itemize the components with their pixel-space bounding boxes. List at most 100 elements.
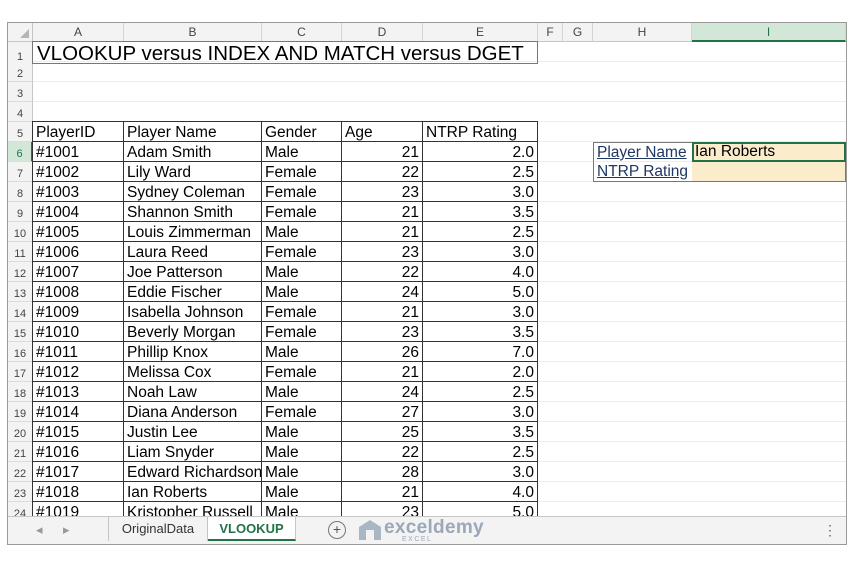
row-header-10[interactable]: 10 xyxy=(8,222,33,242)
row-header-23[interactable]: 23 xyxy=(8,482,33,502)
table-cell[interactable]: 3.0 xyxy=(422,241,538,262)
table-cell[interactable]: 22 xyxy=(341,441,423,462)
table-cell[interactable]: #1014 xyxy=(32,401,124,422)
row-header-21[interactable]: 21 xyxy=(8,442,33,462)
row-header-6[interactable]: 6 xyxy=(8,142,33,162)
table-cell[interactable]: Louis Zimmerman xyxy=(123,221,262,242)
row-header-5[interactable]: 5 xyxy=(8,122,33,142)
table-cell[interactable]: 2.5 xyxy=(422,381,538,402)
row-header-1[interactable]: 1 xyxy=(8,42,33,64)
tab-original-data[interactable]: OriginalData xyxy=(108,517,208,541)
table-cell[interactable]: Female xyxy=(261,401,342,422)
table-cell[interactable]: 2.5 xyxy=(422,441,538,462)
table-cell[interactable]: Ian Roberts xyxy=(123,481,262,502)
table-cell[interactable]: Eddie Fischer xyxy=(123,281,262,302)
table-cell[interactable]: Female xyxy=(261,181,342,202)
player-name-input[interactable]: Ian Roberts xyxy=(692,142,846,162)
table-cell[interactable]: 24 xyxy=(341,281,423,302)
column-header-c[interactable]: C xyxy=(262,23,342,42)
table-cell[interactable]: Phillip Knox xyxy=(123,341,262,362)
table-cell[interactable]: 21 xyxy=(341,141,423,162)
row-header-4[interactable]: 4 xyxy=(8,102,33,122)
table-cell[interactable]: Female xyxy=(261,301,342,322)
table-cell[interactable]: Male xyxy=(261,481,342,502)
row-header-11[interactable]: 11 xyxy=(8,242,33,262)
table-cell[interactable]: #1003 xyxy=(32,181,124,202)
table-cell[interactable]: 23 xyxy=(341,181,423,202)
table-cell[interactable]: Melissa Cox xyxy=(123,361,262,382)
row-header-15[interactable]: 15 xyxy=(8,322,33,342)
table-cell[interactable]: 21 xyxy=(341,221,423,242)
column-header-f[interactable]: F xyxy=(538,23,563,42)
table-cell[interactable]: #1011 xyxy=(32,341,124,362)
row-header-13[interactable]: 13 xyxy=(8,282,33,302)
table-cell[interactable]: 2.0 xyxy=(422,361,538,382)
table-cell[interactable]: Male xyxy=(261,421,342,442)
table-cell[interactable]: 21 xyxy=(341,201,423,222)
row-header-19[interactable]: 19 xyxy=(8,402,33,422)
row-header-2[interactable]: 2 xyxy=(8,62,33,82)
table-cell[interactable]: 23 xyxy=(341,321,423,342)
select-all-corner[interactable] xyxy=(8,23,33,42)
table-cell[interactable]: Female xyxy=(261,161,342,182)
table-cell[interactable]: Noah Law xyxy=(123,381,262,402)
column-header-e[interactable]: E xyxy=(423,23,538,42)
table-cell[interactable]: 2.0 xyxy=(422,141,538,162)
table-cell[interactable]: Lily Ward xyxy=(123,161,262,182)
table-cell[interactable]: #1016 xyxy=(32,441,124,462)
row-header-16[interactable]: 16 xyxy=(8,342,33,362)
table-cell[interactable]: Male xyxy=(261,221,342,242)
ntrp-rating-output[interactable] xyxy=(692,162,846,182)
table-cell[interactable]: #1004 xyxy=(32,201,124,222)
table-cell[interactable]: #1018 xyxy=(32,481,124,502)
table-cell[interactable]: Shannon Smith xyxy=(123,201,262,222)
column-header-i[interactable]: I xyxy=(692,23,846,42)
column-header-g[interactable]: G xyxy=(563,23,593,42)
table-cell[interactable]: Female xyxy=(261,201,342,222)
table-cell[interactable]: Male xyxy=(261,281,342,302)
table-cell[interactable]: Justin Lee xyxy=(123,421,262,442)
column-header-b[interactable]: B xyxy=(124,23,262,42)
table-cell[interactable]: 22 xyxy=(341,161,423,182)
table-cell[interactable]: Liam Snyder xyxy=(123,441,262,462)
column-header-h[interactable]: H xyxy=(593,23,692,42)
table-cell[interactable]: 23 xyxy=(341,241,423,262)
row-header-7[interactable]: 7 xyxy=(8,162,33,182)
table-cell[interactable]: 25 xyxy=(341,421,423,442)
tab-vlookup[interactable]: VLOOKUP xyxy=(208,517,296,541)
table-cell[interactable]: 28 xyxy=(341,461,423,482)
table-cell[interactable]: Female xyxy=(261,361,342,382)
table-cell[interactable]: #1010 xyxy=(32,321,124,342)
row-header-22[interactable]: 22 xyxy=(8,462,33,482)
column-header-a[interactable]: A xyxy=(33,23,124,42)
table-cell[interactable]: #1009 xyxy=(32,301,124,322)
table-cell[interactable]: #1001 xyxy=(32,141,124,162)
next-sheet-icon[interactable]: ▸ xyxy=(63,522,70,538)
table-header-cell[interactable]: PlayerID xyxy=(32,121,124,142)
row-header-12[interactable]: 12 xyxy=(8,262,33,282)
row-header-17[interactable]: 17 xyxy=(8,362,33,382)
table-cell[interactable]: 26 xyxy=(341,341,423,362)
column-header-d[interactable]: D xyxy=(342,23,423,42)
table-cell[interactable]: #1002 xyxy=(32,161,124,182)
table-cell[interactable]: 3.0 xyxy=(422,461,538,482)
row-header-20[interactable]: 20 xyxy=(8,422,33,442)
table-header-cell[interactable]: NTRP Rating xyxy=(422,121,538,142)
table-cell[interactable]: Sydney Coleman xyxy=(123,181,262,202)
table-cell[interactable]: 3.0 xyxy=(422,401,538,422)
row-header-3[interactable]: 3 xyxy=(8,82,33,102)
table-cell[interactable]: 3.5 xyxy=(422,321,538,342)
table-cell[interactable]: Isabella Johnson xyxy=(123,301,262,322)
table-cell[interactable]: #1012 xyxy=(32,361,124,382)
table-cell[interactable]: Male xyxy=(261,461,342,482)
table-header-cell[interactable]: Gender xyxy=(261,121,342,142)
table-cell[interactable]: #1017 xyxy=(32,461,124,482)
table-cell[interactable]: Joe Patterson xyxy=(123,261,262,282)
table-cell[interactable]: 4.0 xyxy=(422,261,538,282)
table-cell[interactable]: #1013 xyxy=(32,381,124,402)
row-header-9[interactable]: 9 xyxy=(8,202,33,222)
table-cell[interactable]: 4.0 xyxy=(422,481,538,502)
table-cell[interactable]: Male xyxy=(261,261,342,282)
row-header-8[interactable]: 8 xyxy=(8,182,33,202)
table-cell[interactable]: 7.0 xyxy=(422,341,538,362)
